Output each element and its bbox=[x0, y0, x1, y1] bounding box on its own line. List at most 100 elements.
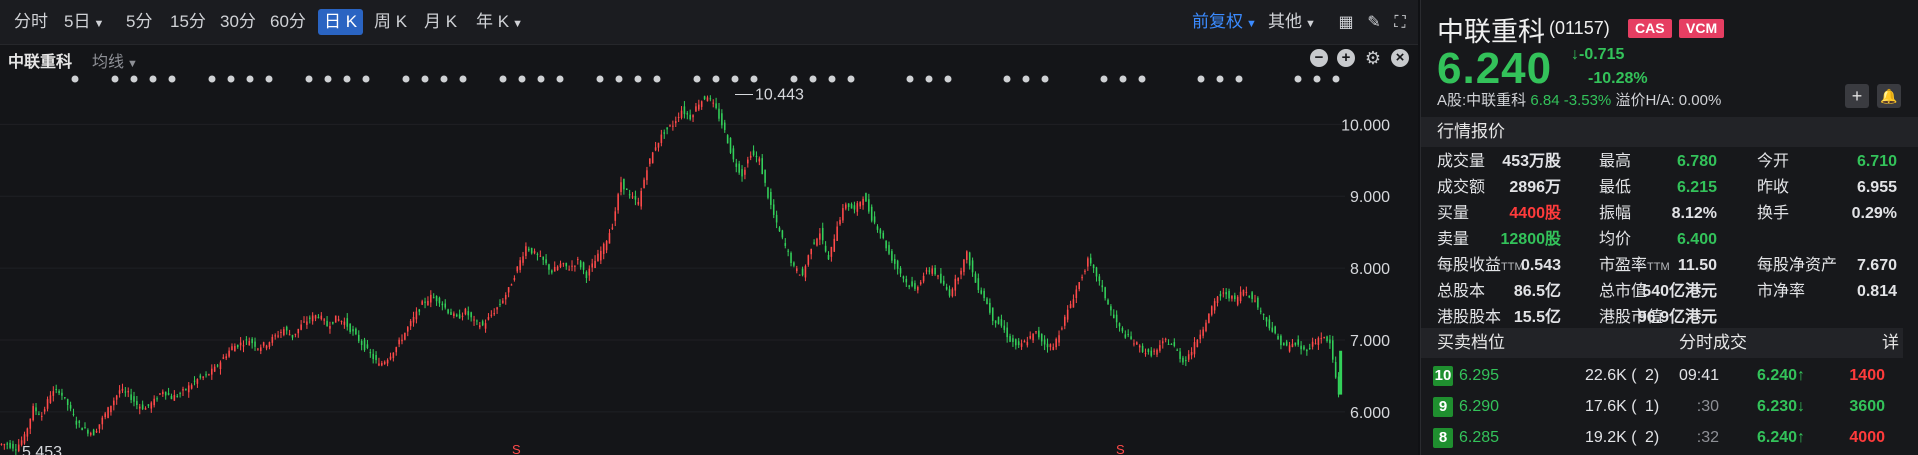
candle-body[interactable] bbox=[1017, 341, 1020, 346]
candle-body[interactable] bbox=[833, 238, 836, 252]
candle-body[interactable] bbox=[386, 359, 389, 364]
candle-body[interactable] bbox=[989, 302, 991, 313]
candle-body[interactable] bbox=[231, 346, 233, 351]
event-dot[interactable] bbox=[421, 75, 429, 83]
candle-body[interactable] bbox=[484, 323, 487, 329]
candle-body[interactable] bbox=[899, 268, 902, 274]
event-dot[interactable] bbox=[712, 75, 720, 83]
candle-body[interactable] bbox=[470, 312, 472, 318]
candle-body[interactable] bbox=[764, 169, 766, 183]
candle-body[interactable] bbox=[623, 178, 625, 190]
candle-body[interactable] bbox=[15, 449, 17, 451]
candle-body[interactable] bbox=[948, 289, 951, 296]
candle-body[interactable] bbox=[496, 307, 498, 310]
candle-body[interactable] bbox=[75, 420, 78, 425]
add-watchlist-icon[interactable]: + bbox=[1845, 84, 1869, 108]
candle-body[interactable] bbox=[1112, 314, 1115, 319]
candle-body[interactable] bbox=[138, 406, 141, 409]
candle-body[interactable] bbox=[1020, 343, 1023, 347]
candle-body[interactable] bbox=[118, 390, 121, 394]
candle-body[interactable] bbox=[248, 341, 251, 346]
candle-body[interactable] bbox=[1124, 334, 1127, 338]
candle-body[interactable] bbox=[637, 202, 640, 205]
candle-body[interactable] bbox=[392, 352, 395, 359]
candle-body[interactable] bbox=[966, 251, 968, 260]
candle-body[interactable] bbox=[1130, 336, 1132, 340]
candle-body[interactable] bbox=[868, 199, 870, 212]
candle-body[interactable] bbox=[919, 282, 922, 285]
candle-body[interactable] bbox=[185, 388, 187, 390]
candle-body[interactable] bbox=[905, 278, 908, 283]
candle-body[interactable] bbox=[1306, 349, 1308, 352]
event-dot[interactable] bbox=[615, 75, 623, 83]
zoom-in-icon[interactable]: + bbox=[1337, 49, 1355, 67]
event-dot[interactable] bbox=[265, 75, 273, 83]
candle-body[interactable] bbox=[404, 332, 406, 340]
trades-detail-link[interactable]: 详 bbox=[1882, 328, 1899, 358]
event-dot[interactable] bbox=[459, 75, 467, 83]
candle-body[interactable] bbox=[862, 198, 864, 206]
candle-body[interactable] bbox=[801, 268, 804, 276]
candle-body[interactable] bbox=[698, 104, 700, 110]
event-dot[interactable] bbox=[556, 75, 564, 83]
candle-body[interactable] bbox=[1334, 361, 1337, 378]
candle-body[interactable] bbox=[1040, 333, 1043, 342]
event-dot[interactable] bbox=[149, 75, 157, 83]
candle-body[interactable] bbox=[559, 263, 562, 268]
candle-body[interactable] bbox=[891, 251, 893, 261]
candle-body[interactable] bbox=[539, 255, 542, 257]
event-dot[interactable] bbox=[1138, 75, 1146, 83]
candle-body[interactable] bbox=[980, 290, 983, 294]
candle-body[interactable] bbox=[406, 327, 409, 332]
candle-body[interactable] bbox=[150, 402, 153, 409]
candle-body[interactable] bbox=[1115, 314, 1118, 323]
candle-body[interactable] bbox=[343, 321, 346, 325]
event-dot[interactable] bbox=[1041, 75, 1049, 83]
candle-body[interactable] bbox=[389, 356, 392, 360]
event-dot[interactable] bbox=[518, 75, 526, 83]
candle-body[interactable] bbox=[908, 285, 910, 287]
pen-draw-icon[interactable]: ✎ bbox=[1364, 13, 1384, 33]
candle-body[interactable] bbox=[87, 429, 89, 434]
last-candle[interactable] bbox=[1339, 350, 1343, 395]
candle-body[interactable] bbox=[1136, 342, 1138, 345]
candle-body[interactable] bbox=[262, 342, 265, 346]
candle-body[interactable] bbox=[1228, 290, 1230, 299]
candle-body[interactable] bbox=[758, 158, 761, 162]
candle-body[interactable] bbox=[548, 264, 550, 270]
adjust-select[interactable]: 前复权 ▼ bbox=[1186, 9, 1263, 35]
candle-body[interactable] bbox=[530, 247, 533, 254]
candle-body[interactable] bbox=[1300, 345, 1302, 350]
candle-body[interactable] bbox=[827, 254, 830, 260]
candle-body[interactable] bbox=[853, 205, 856, 210]
candle-body[interactable] bbox=[896, 260, 899, 269]
candle-body[interactable] bbox=[1254, 300, 1256, 302]
candle-body[interactable] bbox=[167, 393, 170, 395]
period-60min[interactable]: 60分 bbox=[264, 9, 312, 35]
event-dot[interactable] bbox=[402, 75, 410, 83]
candle-body[interactable] bbox=[859, 201, 861, 207]
candle-body[interactable] bbox=[747, 159, 749, 164]
candle-body[interactable] bbox=[481, 321, 484, 326]
zoom-out-icon[interactable]: − bbox=[1310, 49, 1328, 67]
candle-body[interactable] bbox=[983, 290, 985, 299]
candle-body[interactable] bbox=[23, 434, 26, 444]
candle-body[interactable] bbox=[311, 315, 314, 322]
candle-body[interactable] bbox=[1078, 282, 1080, 290]
candle-body[interactable] bbox=[346, 318, 349, 327]
candle-body[interactable] bbox=[1202, 329, 1204, 336]
candle-body[interactable] bbox=[807, 255, 810, 265]
candle-body[interactable] bbox=[591, 263, 593, 268]
candle-body[interactable] bbox=[1066, 309, 1069, 320]
candle-body[interactable] bbox=[427, 300, 429, 306]
candle-body[interactable] bbox=[819, 233, 821, 240]
candle-body[interactable] bbox=[409, 321, 412, 327]
event-dot[interactable] bbox=[1332, 75, 1340, 83]
candle-body[interactable] bbox=[133, 396, 135, 402]
event-dot[interactable] bbox=[227, 75, 235, 83]
candle-body[interactable] bbox=[1259, 310, 1262, 312]
candle-body[interactable] bbox=[415, 311, 418, 320]
candle-body[interactable] bbox=[576, 259, 579, 261]
candle-body[interactable] bbox=[960, 270, 962, 275]
candle-body[interactable] bbox=[925, 270, 928, 272]
